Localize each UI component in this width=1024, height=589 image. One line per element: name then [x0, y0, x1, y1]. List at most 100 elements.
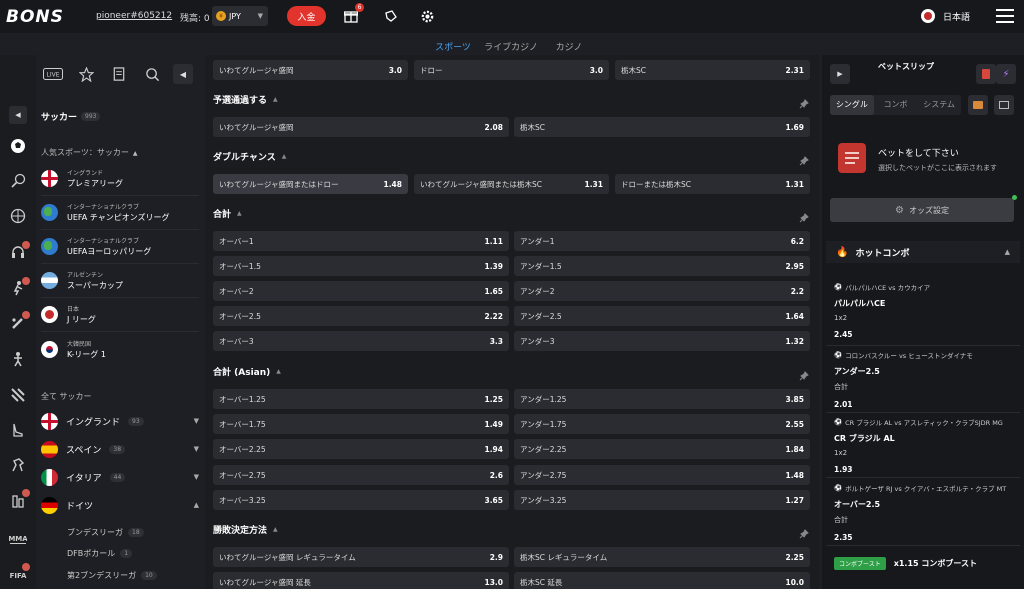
baseball-icon[interactable] [9, 421, 27, 439]
horse-racing-icon[interactable] [9, 456, 27, 474]
england-flag-icon [41, 412, 58, 430]
popular-section-label[interactable]: 人気スポーツ：サッカー ▲ [41, 147, 137, 158]
live-icon[interactable]: LIVE [42, 66, 64, 82]
combo-item[interactable]: ⚽ ボルトゲーザ RJ vs クイアバ・エスポルテ・クラブ MT オーバー2.5 … [834, 483, 1020, 542]
promo-tag-icon[interactable] [383, 8, 399, 24]
star-icon[interactable] [78, 66, 94, 82]
soccer-ball-icon[interactable] [9, 137, 27, 155]
coupon-icon[interactable] [976, 64, 996, 84]
market-title-double-chance[interactable]: ダブルチャンス ▲ [213, 150, 286, 163]
pin-icon[interactable] [799, 208, 809, 223]
mma-icon[interactable]: MMA [9, 529, 27, 547]
odd-button[interactable]: アンダー1.5 2.95 [514, 256, 810, 276]
odd-button[interactable]: アンダー1.25 3.85 [514, 389, 810, 409]
odd-button[interactable]: アンダー1 6.2 [514, 231, 810, 251]
soccer-ball-icon: ⚽ [834, 351, 843, 359]
gear-icon: ⚙ [895, 204, 904, 216]
deposit-button[interactable]: 入金 [287, 6, 326, 26]
odds-settings-button[interactable]: ⚙ オッズ設定 [830, 198, 1014, 222]
market-title-total-asian[interactable]: 合計 (Asian) ▲ [213, 365, 281, 378]
odd-button[interactable]: アンダー3 1.32 [514, 331, 810, 351]
odd-button[interactable]: 栃木SC レギュラータイム 2.25 [514, 547, 810, 567]
market-title-qualify[interactable]: 予選通過する ▲ [213, 93, 278, 106]
tab-single[interactable]: シングル [830, 95, 874, 115]
country-england[interactable]: イングランド 93 ▼ [41, 409, 199, 433]
odd-button[interactable]: オーバー2.5 2.22 [213, 306, 509, 326]
combo-item[interactable]: ⚽ パルパルハCE vs カウカイア パルパルハCE 1x2 2.45 [834, 282, 1020, 339]
pin-icon[interactable] [799, 94, 809, 109]
language-select[interactable]: 日本語 [921, 9, 970, 23]
search-icon[interactable] [144, 66, 160, 82]
odd-button[interactable]: オーバー1.25 1.25 [213, 389, 509, 409]
subleague-dfb-pokal[interactable]: DFBポカール 1 [67, 548, 133, 559]
combo-boost: コンボブースト x1.15 コンボブースト [834, 557, 977, 570]
market-title-total[interactable]: 合計 ▲ [213, 207, 242, 220]
rail-collapse-icon[interactable]: ◀ [9, 106, 27, 124]
league-k-league[interactable]: 大韓民国 K-リーグ 1 [41, 332, 199, 366]
combo-item[interactable]: ⚽ CR ブラジル AL vs アスレティック・クラブSJDR MG CR ブラジ… [834, 417, 1020, 474]
odd-button[interactable]: アンダー2.25 1.84 [514, 439, 810, 459]
odd-button[interactable]: いわてグルージャ盛岡 2.08 [213, 117, 509, 137]
hot-combo-header[interactable]: 🔥 ホットコンボ ▲ [826, 241, 1020, 263]
tab-system[interactable]: システム [917, 95, 961, 115]
subleague-2-bundesliga[interactable]: 第2ブンデスリーガ 10 [67, 570, 157, 581]
betslip-expand-icon[interactable]: ▶ [830, 64, 850, 84]
pin-icon[interactable] [799, 366, 809, 381]
settings-gear-icon[interactable] [419, 8, 435, 24]
combo-item[interactable]: ⚽ コロンバスクルー vs ヒューストンダイナモ アンダー2.5 合計 2.01 [834, 350, 1020, 409]
country-spain[interactable]: スペイン 38 ▼ [41, 437, 199, 461]
booking-icon[interactable] [968, 95, 988, 115]
basketball-icon[interactable] [9, 207, 27, 225]
table-tennis-icon[interactable] [9, 350, 27, 368]
odd-button[interactable]: ドローまたは栃木SC 1.31 [615, 174, 810, 194]
odd-button[interactable]: アンダー2.75 1.48 [514, 465, 810, 485]
country-germany[interactable]: ドイツ ▲ [41, 493, 199, 517]
odd-button[interactable]: オーバー2 1.65 [213, 281, 509, 301]
subleague-bundesliga[interactable]: ブンデスリーガ 18 [67, 527, 144, 538]
odd-button[interactable]: いわてグルージャ盛岡 3.0 [213, 60, 408, 80]
pin-icon[interactable] [799, 524, 809, 539]
odd-button[interactable]: いわてグルージャ盛岡 延長 13.0 [213, 572, 509, 589]
volleyball-icon[interactable] [9, 386, 27, 404]
betslip-history-icon[interactable] [111, 66, 127, 82]
odd-button[interactable]: いわてグルージャ盛岡またはドロー 1.48 [213, 174, 408, 194]
odd-button[interactable]: オーバー1 1.11 [213, 231, 509, 251]
tennis-icon[interactable] [9, 172, 27, 190]
odd-button[interactable]: 栃木SC 延長 10.0 [514, 572, 810, 589]
odd-button[interactable]: ドロー 3.0 [414, 60, 609, 80]
live-badge [22, 241, 30, 249]
odd-button[interactable]: アンダー1.75 2.55 [514, 414, 810, 434]
username-link[interactable]: pioneer#605212 [96, 11, 172, 21]
collapse-arrow-icon[interactable]: ◀ [173, 64, 193, 84]
odd-button[interactable]: オーバー3 3.3 [213, 331, 509, 351]
live-badge [22, 489, 30, 497]
odd-button[interactable]: いわてグルージャ盛岡 レギュラータイム 2.9 [213, 547, 509, 567]
logo[interactable]: BONS [6, 7, 64, 27]
league-argentina-supercup[interactable]: アルゼンチン スーパーカップ [41, 264, 199, 298]
league-champions-league[interactable]: インターナショナルクラブ UEFA チャンピオンズリーグ [41, 196, 199, 230]
menu-icon[interactable] [996, 9, 1014, 23]
odd-button[interactable]: オーバー2.75 2.6 [213, 465, 509, 485]
odd-button[interactable]: オーバー2.25 1.94 [213, 439, 509, 459]
odd-button[interactable]: 栃木SC 2.31 [615, 60, 810, 80]
lightning-icon[interactable]: ⚡ [996, 64, 1016, 84]
market-title-method[interactable]: 勝敗決定方法 ▲ [213, 523, 278, 536]
league-premier-league[interactable]: イングランド プレミアリーグ [41, 162, 199, 196]
odd-button[interactable]: アンダー2 2.2 [514, 281, 810, 301]
odd-button[interactable]: 栃木SC 1.69 [514, 117, 810, 137]
league-europa-league[interactable]: インターナショナルクラブ UEFAヨーロッパリーグ [41, 230, 199, 264]
odd-button[interactable]: アンダー2.5 1.64 [514, 306, 810, 326]
chevron-down-icon: ▼ [193, 445, 199, 453]
league-j-league[interactable]: 日本 J リーグ [41, 298, 199, 332]
england-flag-icon [41, 170, 58, 187]
tab-combo[interactable]: コンボ [874, 95, 918, 115]
gift-box-icon[interactable] [994, 95, 1014, 115]
odd-button[interactable]: オーバー3.25 3.65 [213, 490, 509, 510]
odd-button[interactable]: オーバー1.75 1.49 [213, 414, 509, 434]
pin-icon[interactable] [799, 151, 809, 166]
odd-button[interactable]: いわてグルージャ盛岡または栃木SC 1.31 [414, 174, 609, 194]
odd-button[interactable]: アンダー3.25 1.27 [514, 490, 810, 510]
country-italy[interactable]: イタリア 44 ▼ [41, 465, 199, 489]
odd-button[interactable]: オーバー1.5 1.39 [213, 256, 509, 276]
currency-select[interactable]: ¥ JPY ▼ [212, 6, 268, 26]
